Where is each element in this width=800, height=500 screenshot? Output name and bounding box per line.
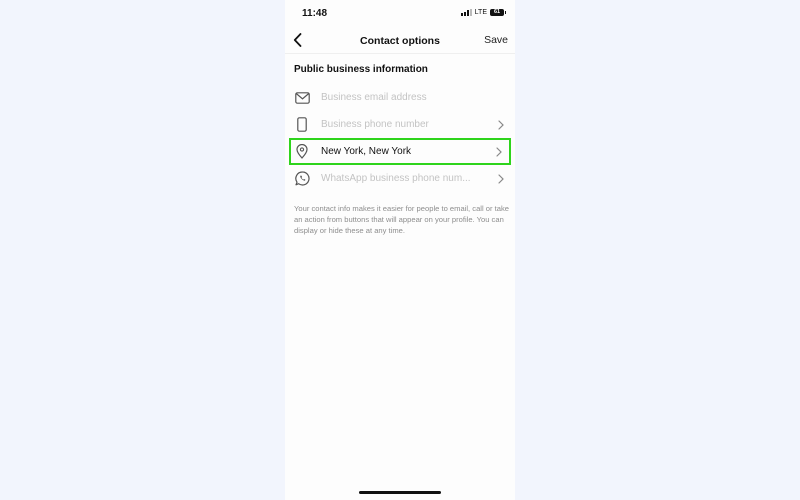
home-indicator[interactable]: [359, 491, 441, 494]
location-pin-icon: [292, 142, 312, 162]
business-phone-label: Business phone number: [321, 119, 429, 130]
whatsapp-row[interactable]: WhatsApp business phone num...: [289, 166, 511, 191]
nav-bar: Contact options Save: [285, 28, 515, 54]
phone-icon: [292, 115, 312, 135]
page-title: Contact options: [360, 35, 440, 47]
chevron-right-icon: [496, 119, 506, 131]
whatsapp-label: WhatsApp business phone num...: [321, 173, 471, 184]
contact-info-description: Your contact info makes it easier for pe…: [294, 204, 509, 235]
battery-level: 61: [490, 9, 504, 16]
phone-screen: 11:48 LTE 61 Contact options Save Public…: [285, 0, 515, 500]
chevron-right-icon: [494, 146, 504, 158]
chevron-right-icon: [496, 173, 506, 185]
status-time: 11:48: [302, 8, 328, 19]
network-type: LTE: [474, 9, 487, 16]
status-indicators: LTE 61: [460, 9, 506, 16]
business-email-label: Business email address: [321, 92, 427, 103]
signal-icon: [460, 9, 472, 16]
status-bar: 11:48 LTE 61: [285, 0, 515, 28]
business-phone-row[interactable]: Business phone number: [289, 112, 511, 137]
mail-icon: [292, 88, 312, 108]
battery-icon: 61: [490, 9, 506, 16]
business-email-row[interactable]: Business email address: [289, 85, 511, 110]
whatsapp-icon: [292, 169, 312, 189]
section-title: Public business information: [294, 64, 428, 75]
save-button[interactable]: Save: [484, 34, 508, 46]
location-label: New York, New York: [321, 146, 412, 157]
location-row[interactable]: New York, New York: [289, 138, 511, 165]
